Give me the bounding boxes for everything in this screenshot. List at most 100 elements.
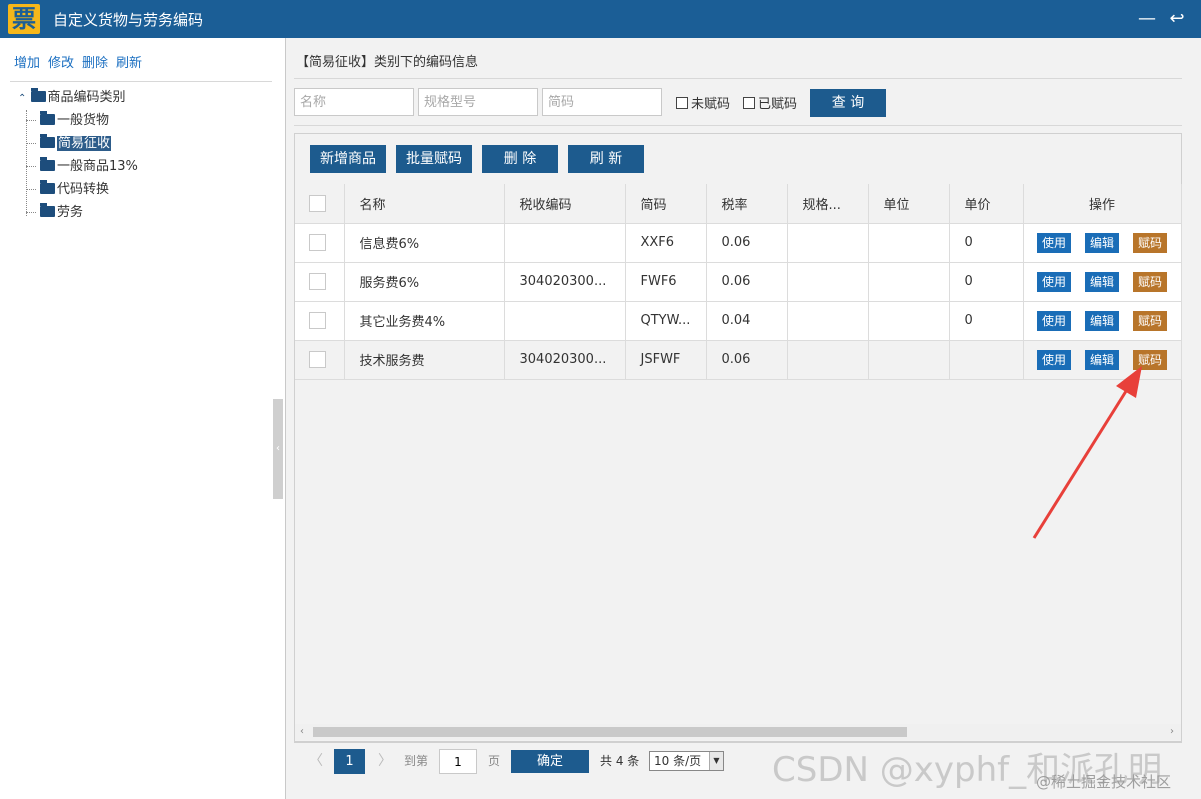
category-refresh-link[interactable]: 刷新 bbox=[116, 56, 142, 71]
total-count: 共 4 条 bbox=[600, 754, 640, 768]
short-code-search-input[interactable] bbox=[542, 88, 662, 116]
table-row[interactable]: 信息费6% XXF6 0.06 0 使用 编辑 赋码 bbox=[295, 223, 1182, 263]
next-page-icon[interactable]: 〉 bbox=[378, 750, 392, 772]
tree-root[interactable]: ⌃ 商品编码类别 bbox=[18, 86, 138, 109]
folder-icon bbox=[40, 111, 55, 125]
assign-code-button[interactable]: 赋码 bbox=[1133, 271, 1167, 292]
category-delete-link[interactable]: 删除 bbox=[82, 56, 108, 71]
use-button[interactable]: 使用 bbox=[1037, 310, 1071, 331]
tree-item-general-13[interactable]: 一般商品13% bbox=[18, 155, 138, 178]
delete-button[interactable]: 删 除 bbox=[482, 145, 558, 173]
cell-actions: 使用 编辑 赋码 bbox=[1022, 262, 1182, 302]
tree-item-simple-levy[interactable]: 简易征收 bbox=[18, 132, 138, 155]
unassigned-checkbox[interactable]: 未赋码 bbox=[676, 93, 730, 112]
page-suffix-label: 页 bbox=[488, 754, 501, 768]
refresh-button[interactable]: 刷 新 bbox=[568, 145, 644, 173]
edit-button[interactable]: 编辑 bbox=[1085, 232, 1119, 253]
cell-name: 其它业务费4% bbox=[344, 301, 505, 341]
page-size-value: 10 条/页 bbox=[654, 754, 702, 768]
use-button[interactable]: 使用 bbox=[1037, 271, 1071, 292]
name-search-input[interactable] bbox=[294, 88, 414, 116]
cell-name: 技术服务费 bbox=[344, 340, 505, 380]
tree-item-general-goods[interactable]: 一般货物 bbox=[18, 109, 138, 132]
column-header-unit[interactable]: 单位 bbox=[868, 184, 950, 224]
tree-item-code-convert[interactable]: 代码转换 bbox=[18, 178, 138, 201]
horizontal-scrollbar[interactable]: ‹ › bbox=[295, 724, 1181, 740]
row-checkbox[interactable] bbox=[309, 312, 326, 329]
cell-short-code: XXF6 bbox=[625, 223, 707, 263]
cell-tax-code bbox=[504, 301, 626, 341]
column-header-actions: 操作 bbox=[1022, 184, 1182, 224]
assign-code-button[interactable]: 赋码 bbox=[1133, 349, 1167, 370]
use-button[interactable]: 使用 bbox=[1037, 232, 1071, 253]
use-button[interactable]: 使用 bbox=[1037, 349, 1071, 370]
prev-page-icon[interactable]: 〈 bbox=[309, 750, 323, 772]
panel-collapse-handle[interactable]: ‹ bbox=[273, 399, 283, 499]
folder-icon bbox=[40, 134, 55, 148]
assigned-checkbox[interactable]: 已赋码 bbox=[743, 93, 797, 112]
cell-unit bbox=[868, 262, 950, 302]
cell-spec bbox=[787, 301, 869, 341]
spec-search-input[interactable] bbox=[418, 88, 538, 116]
row-checkbox[interactable] bbox=[309, 234, 326, 251]
page-size-select[interactable]: 10 条/页 ▼ bbox=[649, 751, 724, 771]
product-grid: 新增商品 批量赋码 删 除 刷 新 名称 税收编码 简码 税率 规格... 单位… bbox=[294, 133, 1182, 742]
minimize-button[interactable]: — bbox=[1134, 6, 1160, 32]
checkbox-box[interactable] bbox=[676, 97, 688, 109]
category-add-link[interactable]: 增加 bbox=[14, 56, 40, 71]
column-header-name[interactable]: 名称 bbox=[344, 184, 505, 224]
cell-unit bbox=[868, 340, 950, 380]
unassigned-label: 未赋码 bbox=[691, 97, 731, 112]
select-all-cell[interactable] bbox=[295, 184, 345, 224]
column-header-short-code[interactable]: 简码 bbox=[625, 184, 707, 224]
confirm-page-button[interactable]: 确定 bbox=[511, 750, 589, 773]
cell-actions: 使用 编辑 赋码 bbox=[1022, 340, 1182, 380]
cell-price: 0 bbox=[949, 262, 1024, 302]
scroll-left-icon[interactable]: ‹ bbox=[295, 724, 309, 740]
cell-name: 信息费6% bbox=[344, 223, 505, 263]
select-all-checkbox[interactable] bbox=[309, 194, 326, 212]
tree-item-services[interactable]: 劳务 bbox=[18, 201, 138, 224]
edit-button[interactable]: 编辑 bbox=[1085, 271, 1119, 292]
row-checkbox[interactable] bbox=[309, 273, 326, 290]
collapse-icon[interactable]: ⌃ bbox=[18, 93, 26, 104]
edit-button[interactable]: 编辑 bbox=[1085, 349, 1119, 370]
add-product-button[interactable]: 新增商品 bbox=[310, 145, 386, 173]
assign-code-button[interactable]: 赋码 bbox=[1133, 232, 1167, 253]
category-panel: 增加 修改 删除 刷新 ⌃ 商品编码类别 一般货物 简易征收 一般商品13% 代码转换… bbox=[0, 38, 286, 799]
cell-spec bbox=[787, 262, 869, 302]
scroll-right-icon[interactable]: › bbox=[1165, 724, 1179, 740]
assign-code-button[interactable]: 赋码 bbox=[1133, 310, 1167, 331]
column-header-spec[interactable]: 规格... bbox=[787, 184, 869, 224]
goto-label: 到第 bbox=[404, 754, 429, 768]
juejin-watermark: @稀土掘金技术社区 bbox=[1036, 773, 1172, 791]
edit-button[interactable]: 编辑 bbox=[1085, 310, 1119, 331]
table-row[interactable]: 其它业务费4% QTYW... 0.04 0 使用 编辑 赋码 bbox=[295, 301, 1182, 341]
app-logo-icon: 票 bbox=[8, 4, 40, 34]
checkbox-box[interactable] bbox=[743, 97, 755, 109]
goto-page-input[interactable] bbox=[439, 749, 477, 774]
section-title: 【简易征收】类别下的编码信息 bbox=[296, 55, 479, 70]
query-button[interactable]: 查 询 bbox=[810, 89, 886, 117]
batch-assign-button[interactable]: 批量赋码 bbox=[396, 145, 472, 173]
column-header-tax-code[interactable]: 税收编码 bbox=[504, 184, 626, 224]
column-header-price[interactable]: 单价 bbox=[949, 184, 1024, 224]
row-select-cell[interactable] bbox=[295, 223, 345, 263]
table-header-row: 名称 税收编码 简码 税率 规格... 单位 单价 操作 bbox=[295, 184, 1182, 224]
table-row[interactable]: 技术服务费 304020300... JSFWF 0.06 使用 编辑 赋码 bbox=[295, 340, 1182, 380]
folder-icon bbox=[40, 157, 55, 171]
divider bbox=[294, 78, 1182, 79]
scrollbar-thumb[interactable] bbox=[313, 727, 907, 737]
cell-spec bbox=[787, 340, 869, 380]
row-select-cell[interactable] bbox=[295, 340, 345, 380]
category-toolbar: 增加 修改 删除 刷新 bbox=[10, 52, 272, 82]
column-header-rate[interactable]: 税率 bbox=[706, 184, 788, 224]
row-select-cell[interactable] bbox=[295, 301, 345, 341]
category-edit-link[interactable]: 修改 bbox=[48, 56, 74, 71]
current-page-button[interactable]: 1 bbox=[334, 749, 365, 774]
row-select-cell[interactable] bbox=[295, 262, 345, 302]
back-icon[interactable]: ↩ bbox=[1164, 6, 1190, 32]
table-row[interactable]: 服务费6% 304020300... FWF6 0.06 0 使用 编辑 赋码 bbox=[295, 262, 1182, 302]
chevron-down-icon[interactable]: ▼ bbox=[709, 752, 723, 770]
row-checkbox[interactable] bbox=[309, 351, 326, 368]
